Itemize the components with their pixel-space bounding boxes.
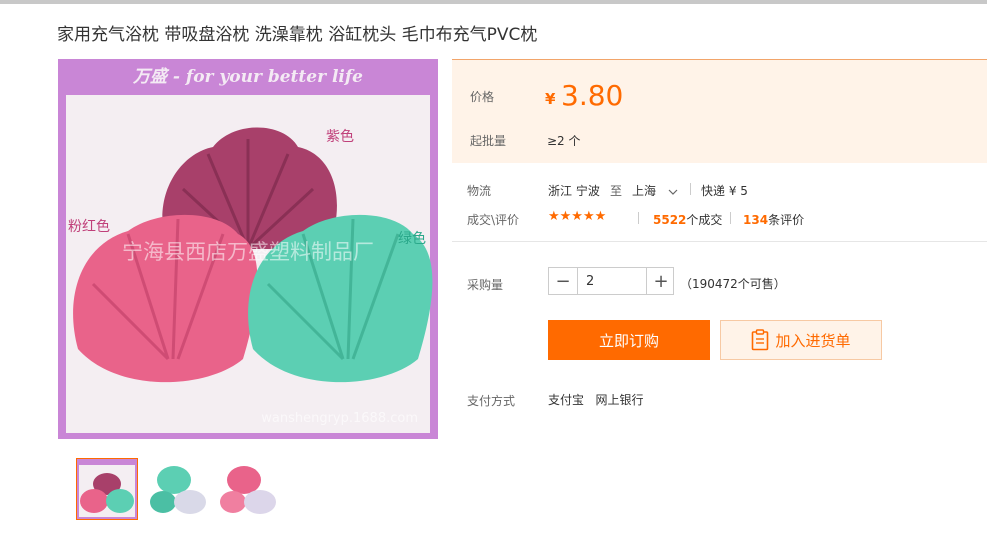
deal-count: 5522 <box>653 213 687 227</box>
review-count-link[interactable]: 134条评价 <box>743 211 804 228</box>
add-to-cart-label: 加入进货单 <box>775 331 851 350</box>
quantity-stepper: − + <box>548 267 674 295</box>
watermark-url: wanshengryp.1688.com <box>261 411 418 426</box>
thumbnail-2-image <box>148 458 210 520</box>
shipping-fee: 快递 ¥ 5 <box>701 184 748 198</box>
divider <box>730 212 731 224</box>
thumbnail-3[interactable] <box>218 458 280 520</box>
divider <box>638 212 639 224</box>
section-divider <box>452 241 987 242</box>
thumbnail-1-image <box>77 459 137 519</box>
price-panel: 价格 ¥ 3.80 起批量 ≥2 个 <box>452 59 987 163</box>
logistics-origin: 浙江 宁波 <box>548 184 600 198</box>
destination-value: 上海 <box>632 184 657 198</box>
increase-button[interactable]: + <box>647 268 675 294</box>
rating-stars: ★★★★★ <box>548 209 607 224</box>
banner-text: 万盛 - for your better life <box>132 67 363 87</box>
label-green: 绿色 <box>398 230 426 247</box>
thumbnail-1[interactable] <box>76 458 138 520</box>
logistics-label: 物流 <box>467 184 492 198</box>
top-divider <box>0 0 987 4</box>
deal-suffix: 个成交 <box>686 213 723 227</box>
product-title: 家用充气浴枕 带吸盘浴枕 洗澡靠枕 浴缸枕头 毛巾布充气PVC枕 <box>57 25 538 45</box>
product-photo: 万盛 - for your better life 紫色 粉红色 绿色 宁海县西… <box>58 59 438 439</box>
moq-value: ≥2 个 <box>547 134 581 148</box>
payment-label: 支付方式 <box>467 394 516 408</box>
quantity-input[interactable] <box>577 268 647 294</box>
decrease-button[interactable]: − <box>549 268 577 294</box>
destination-select[interactable]: 上海 <box>632 182 678 199</box>
available-stock: （190472个可售） <box>680 277 786 291</box>
clipboard-icon <box>752 329 769 351</box>
chevron-down-icon <box>668 189 678 195</box>
watermark-cn: 宁海县西店万盛塑料制品厂 <box>122 240 374 264</box>
review-count: 134 <box>743 213 769 227</box>
review-suffix: 条评价 <box>768 213 805 227</box>
thumbnail-3-image <box>218 458 280 520</box>
divider <box>690 183 691 195</box>
price-value: 3.80 <box>561 79 624 112</box>
quantity-label: 采购量 <box>467 278 504 292</box>
price-label: 价格 <box>470 90 495 104</box>
deals-label: 成交\评价 <box>467 213 520 227</box>
payment-methods: 支付宝 网上银行 <box>548 393 644 407</box>
buy-now-button[interactable]: 立即订购 <box>548 320 710 360</box>
deal-count-link[interactable]: 5522个成交 <box>653 211 722 228</box>
thumbnail-2[interactable] <box>148 458 210 520</box>
add-to-cart-button[interactable]: 加入进货单 <box>720 320 882 360</box>
logistics-to: 至 <box>610 184 623 198</box>
label-pink: 粉红色 <box>68 218 110 235</box>
currency-symbol: ¥ <box>545 90 556 108</box>
label-purple: 紫色 <box>326 128 354 145</box>
moq-label: 起批量 <box>470 134 507 148</box>
main-product-image[interactable]: 万盛 - for your better life 紫色 粉红色 绿色 宁海县西… <box>58 59 438 439</box>
buy-now-label: 立即订购 <box>598 331 659 350</box>
